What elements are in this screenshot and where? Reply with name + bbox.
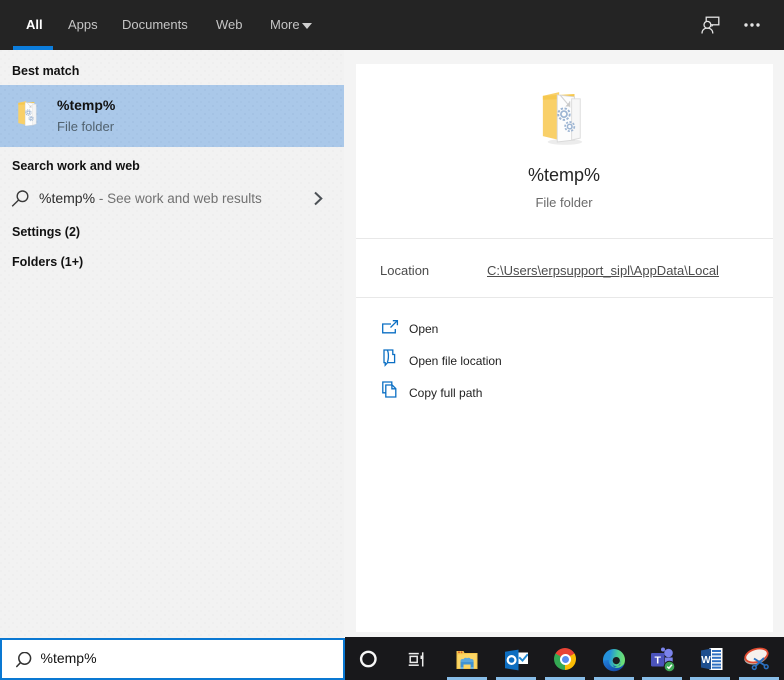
svg-text:T: T <box>654 655 661 667</box>
svg-text:W: W <box>701 655 711 666</box>
